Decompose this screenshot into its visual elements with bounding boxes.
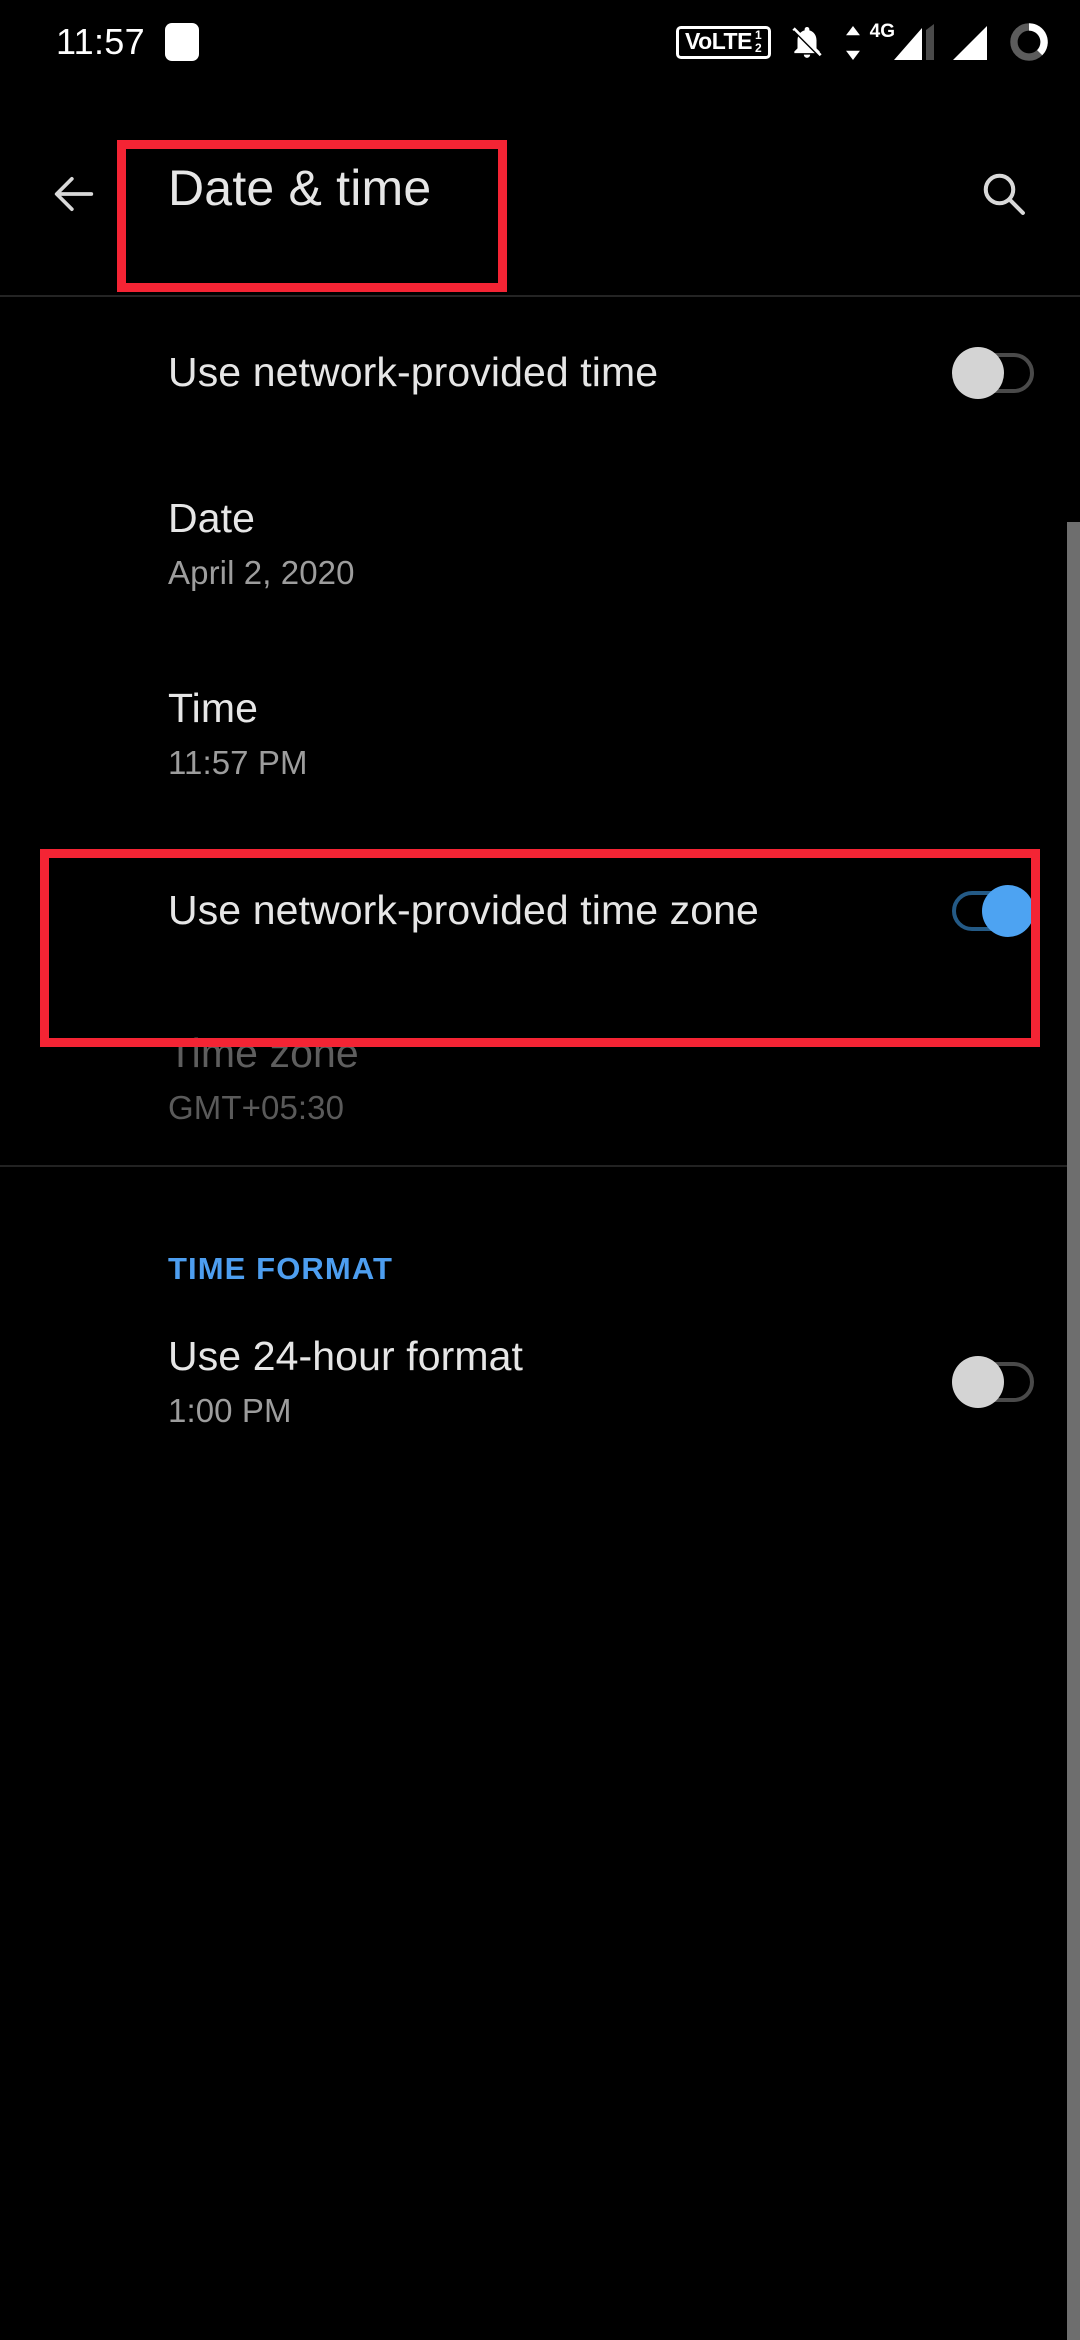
bell-muted-icon <box>788 23 826 61</box>
setting-subtitle: 1:00 PM <box>168 1390 523 1433</box>
vertical-scrollbar[interactable] <box>1067 522 1080 2340</box>
setting-row-use-network-provided-time[interactable]: Use network-provided time <box>0 297 1080 449</box>
row-text-group: Use 24-hour format 1:00 PM <box>168 1331 523 1433</box>
mobile-network-icon: 4G <box>843 24 934 60</box>
setting-row-time-zone: Time zone GMT+05:30 <box>0 993 1080 1165</box>
network-generation-label: 4G <box>870 22 895 41</box>
arrow-left-icon <box>48 168 100 220</box>
setting-title: Time zone <box>168 1028 359 1079</box>
status-bar: 11:57 VoLTE 1 2 <box>0 0 1080 84</box>
toggle-thumb <box>952 347 1004 399</box>
setting-row-use-24-hour-format[interactable]: Use 24-hour format 1:00 PM <box>0 1287 1080 1477</box>
battery-circle-icon <box>1008 21 1050 63</box>
toggle-use-24-hour-format[interactable] <box>952 1356 1034 1408</box>
toggle-thumb <box>982 885 1034 937</box>
setting-row-time[interactable]: Time 11:57 PM <box>0 639 1080 829</box>
volte-sim-numerator: 1 <box>755 29 762 42</box>
toggle-thumb <box>952 1356 1004 1408</box>
toggle-use-network-provided-time-zone[interactable] <box>952 885 1034 937</box>
search-button[interactable] <box>972 162 1036 226</box>
setting-title: Use network-provided time <box>168 347 658 398</box>
notification-square-icon <box>165 23 199 61</box>
data-transfer-icon <box>843 26 863 60</box>
signal-bars-icon-sim2 <box>951 24 991 60</box>
setting-subtitle: 11:57 PM <box>168 742 308 785</box>
row-text-group: Use network-provided time <box>168 347 658 398</box>
setting-title: Use network-provided time zone <box>168 885 759 936</box>
row-text-group: Time zone GMT+05:30 <box>168 1028 359 1130</box>
search-icon <box>977 167 1031 221</box>
back-button[interactable] <box>44 164 104 224</box>
status-bar-left: 11:57 <box>56 23 199 61</box>
setting-row-date[interactable]: Date April 2, 2020 <box>0 449 1080 639</box>
setting-title: Time <box>168 683 308 734</box>
volte-icon: VoLTE 1 2 <box>676 26 771 59</box>
app-bar: Date & time <box>0 84 1080 296</box>
row-text-group: Time 11:57 PM <box>168 683 308 785</box>
setting-subtitle: April 2, 2020 <box>168 552 355 595</box>
setting-title: Date <box>168 493 355 544</box>
setting-subtitle: GMT+05:30 <box>168 1087 359 1130</box>
toggle-use-network-provided-time[interactable] <box>952 347 1034 399</box>
settings-list: Use network-provided time Date April 2, … <box>0 297 1080 1477</box>
row-text-group: Date April 2, 2020 <box>168 493 355 595</box>
section-header-time-format: TIME FORMAT <box>0 1167 1080 1287</box>
setting-title: Use 24-hour format <box>168 1331 523 1382</box>
section-header-label: TIME FORMAT <box>168 1251 393 1287</box>
volte-label: VoLTE <box>685 30 752 53</box>
status-bar-right: VoLTE 1 2 4G <box>676 21 1050 63</box>
volte-sim-indicator: 1 2 <box>755 29 762 54</box>
page-title: Date & time <box>168 158 431 218</box>
row-text-group: Use network-provided time zone <box>168 885 759 936</box>
setting-row-use-network-provided-time-zone[interactable]: Use network-provided time zone <box>0 829 1080 993</box>
volte-sim-denominator: 2 <box>755 42 762 55</box>
signal-bars-icon <box>894 24 934 60</box>
status-bar-clock: 11:57 <box>56 24 145 60</box>
